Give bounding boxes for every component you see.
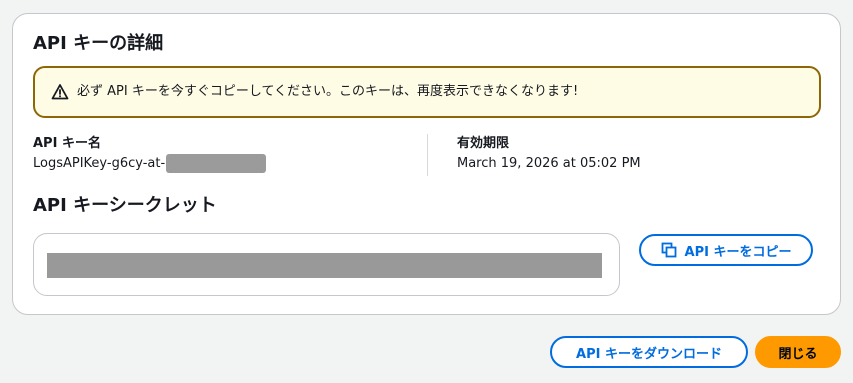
redacted-secret xyxy=(47,253,602,278)
warning-icon xyxy=(51,83,69,101)
close-button[interactable]: 閉じる xyxy=(755,336,841,368)
api-key-details-panel: API キーの詳細 必ず API キーを今すぐコピーしてください。このキーは、再… xyxy=(12,13,841,315)
redacted-key-suffix xyxy=(166,154,267,173)
api-key-secret-field[interactable] xyxy=(33,233,620,296)
secret-title: API キーシークレット xyxy=(33,195,217,216)
copy-api-key-button[interactable]: API キーをコピー xyxy=(639,234,813,266)
key-name-value-row: LogsAPIKey-g6cy-at- xyxy=(33,154,267,173)
column-divider xyxy=(427,134,428,176)
key-name-value: LogsAPIKey-g6cy-at- xyxy=(33,156,166,171)
expiry-label: 有効期限 xyxy=(457,136,510,151)
close-button-label: 閉じる xyxy=(778,346,818,362)
copy-icon xyxy=(661,242,677,258)
download-api-key-button[interactable]: API キーをダウンロード xyxy=(550,336,748,368)
panel-title: API キーの詳細 xyxy=(33,33,164,54)
warning-text: 必ず API キーを今すぐコピーしてください。このキーは、再度表示できなくなりま… xyxy=(77,84,579,99)
copy-button-label: API キーをコピー xyxy=(684,244,792,260)
warning-alert: 必ず API キーを今すぐコピーしてください。このキーは、再度表示できなくなりま… xyxy=(33,66,821,118)
download-button-label: API キーをダウンロード xyxy=(576,346,722,362)
key-name-label: API キー名 xyxy=(33,136,101,151)
expiry-value: March 19, 2026 at 05:02 PM xyxy=(457,156,641,171)
